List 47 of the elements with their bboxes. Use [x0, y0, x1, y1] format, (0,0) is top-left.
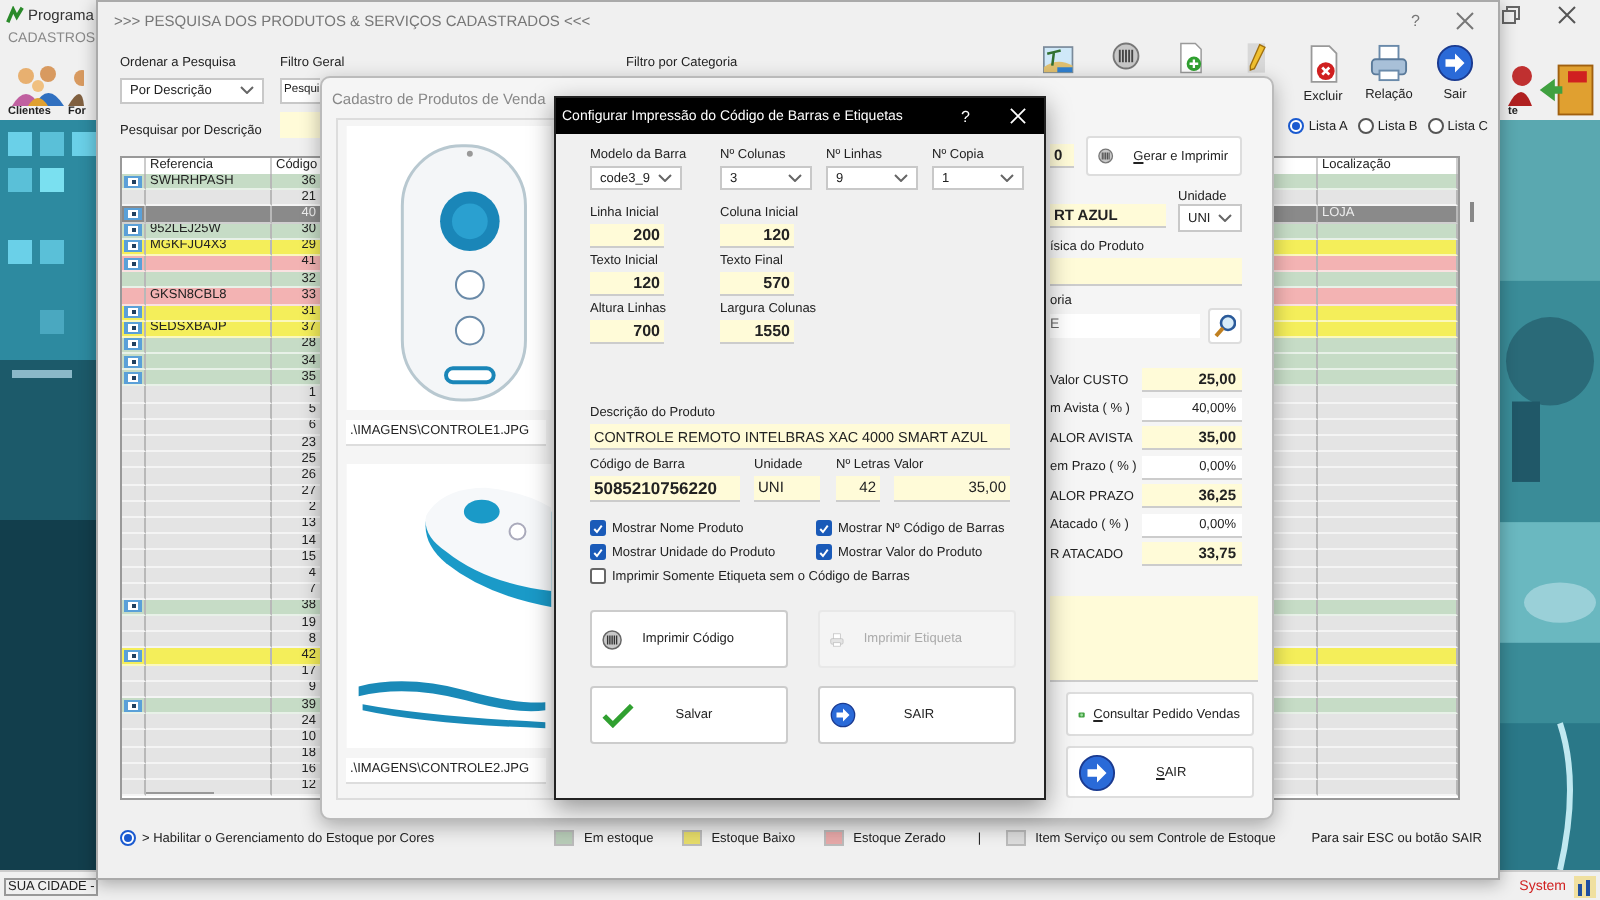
- number-field[interactable]: 120: [590, 272, 664, 296]
- radio-button[interactable]: [120, 830, 136, 846]
- arrow-right-icon: [1436, 44, 1474, 82]
- radio-button[interactable]: [1427, 118, 1444, 134]
- check-icon: [602, 703, 634, 727]
- caret-icon: [1218, 214, 1232, 222]
- number-field[interactable]: 120: [720, 224, 794, 248]
- pencil-icon: [1246, 42, 1268, 74]
- location-field[interactable]: [1050, 258, 1242, 286]
- checkbox[interactable]: [590, 568, 606, 584]
- printer-icon: [1370, 44, 1408, 82]
- app-logo-icon: [6, 6, 24, 25]
- number-field[interactable]: 200: [590, 224, 664, 248]
- chart-icon: [1574, 875, 1596, 898]
- caret-icon: [788, 174, 802, 182]
- caret-icon: [1000, 174, 1014, 182]
- number-field[interactable]: 1550: [720, 320, 794, 344]
- caret-icon: [658, 174, 672, 182]
- scrollbar[interactable]: [146, 791, 214, 794]
- caret-icon: [894, 174, 908, 182]
- help-button[interactable]: ?: [1411, 11, 1420, 29]
- notes-field[interactable]: [1050, 596, 1258, 682]
- number-field[interactable]: 570: [720, 272, 794, 296]
- radio-button[interactable]: [1357, 118, 1374, 134]
- text-field[interactable]: 5085210756220: [590, 476, 740, 502]
- checkbox[interactable]: [816, 520, 832, 536]
- delete-document-icon: [1307, 44, 1339, 84]
- number-field[interactable]: 700: [590, 320, 664, 344]
- checkbox[interactable]: [590, 544, 606, 560]
- arrow-right-icon: [830, 702, 856, 728]
- landscape-icon: [1042, 42, 1076, 74]
- checkbox[interactable]: [590, 520, 606, 536]
- checkbox[interactable]: [816, 544, 832, 560]
- search-button[interactable]: [1208, 308, 1242, 344]
- arrow-right-icon: [1078, 753, 1116, 791]
- close-icon[interactable]: [1558, 6, 1576, 25]
- radio-button[interactable]: [1288, 118, 1305, 134]
- caret-icon: [240, 86, 254, 94]
- person-icon: [1508, 62, 1532, 107]
- restore-icon[interactable]: [1502, 6, 1520, 25]
- help-button[interactable]: ?: [961, 107, 970, 125]
- people-icon: [8, 62, 68, 107]
- search-field[interactable]: [280, 112, 320, 138]
- scrollbar[interactable]: [1470, 202, 1474, 222]
- barcode-icon: [1111, 42, 1139, 70]
- search-icon: [1214, 314, 1236, 338]
- barcode-icon: [1098, 148, 1114, 164]
